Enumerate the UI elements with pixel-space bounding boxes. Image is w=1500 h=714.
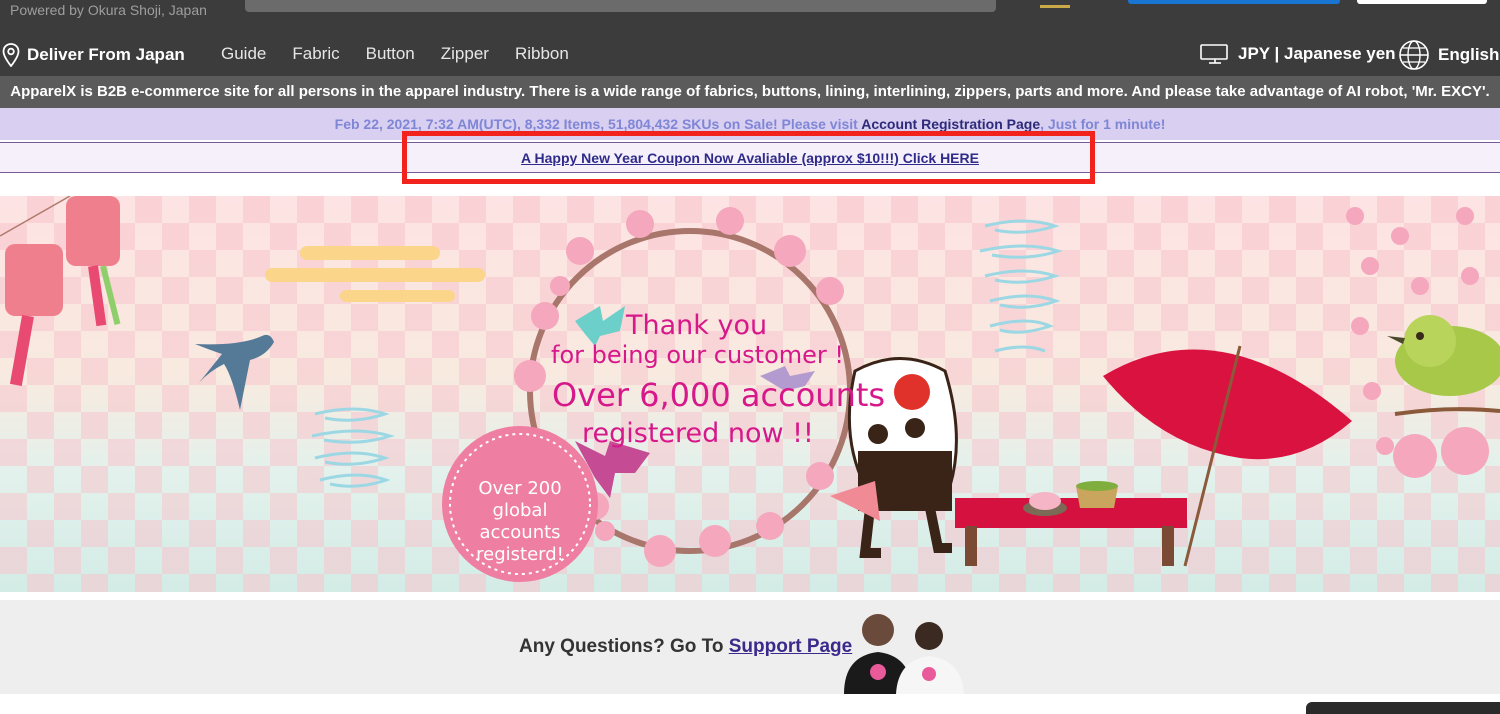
support-staff-photo xyxy=(844,614,964,694)
support-section: Any Questions? Go To Support Page xyxy=(0,600,1500,694)
swallow xyxy=(195,334,274,410)
cart-icon[interactable] xyxy=(1040,0,1070,8)
bottom-strip xyxy=(0,694,1500,714)
globe-icon xyxy=(1399,40,1429,70)
badge-line-1: Over 200 xyxy=(478,478,562,499)
stats-text-after: , Just for 1 minute! xyxy=(1040,116,1166,132)
language-label: English xyxy=(1438,45,1500,64)
deliver-label: Deliver From Japan xyxy=(27,45,185,64)
account-registration-link[interactable]: Account Registration Page xyxy=(861,116,1040,132)
nav-link-zipper[interactable]: Zipper xyxy=(441,44,489,64)
nav-links: Guide Fabric Button Zipper Ribbon xyxy=(221,44,569,64)
hero-banner[interactable]: Thank you for being our customer ! Over … xyxy=(0,196,1500,592)
register-button[interactable] xyxy=(1128,0,1340,4)
banner-accounts: Over 6,000 accounts xyxy=(552,376,886,414)
tea-table xyxy=(955,481,1187,566)
currency-label: JPY | Japanese yen xyxy=(1238,44,1396,63)
nav-link-fabric[interactable]: Fabric xyxy=(292,44,339,64)
global-badge-text: Over 200 global accounts registerd! xyxy=(452,478,588,566)
language-selector[interactable]: English xyxy=(1398,39,1499,71)
bottom-photo xyxy=(1306,702,1500,714)
yellow-clouds xyxy=(265,246,485,302)
nav-link-ribbon[interactable]: Ribbon xyxy=(515,44,569,64)
banner-registered: registered now !! xyxy=(582,418,814,449)
support-question: Any Questions? Go To Support Page xyxy=(519,636,852,658)
login-button[interactable] xyxy=(1357,0,1487,4)
monitor-icon xyxy=(1200,44,1228,64)
location-pin-icon xyxy=(2,43,20,67)
green-bird xyxy=(1387,315,1500,396)
stats-text: Feb 22, 2021, 7:32 AM(UTC), 8,332 Items,… xyxy=(334,116,862,132)
support-question-text: Any Questions? Go To xyxy=(519,636,729,657)
banner-customer: for being our customer ! xyxy=(551,341,845,369)
nav-link-guide[interactable]: Guide xyxy=(221,44,266,64)
lantern-left xyxy=(0,196,121,386)
search-bar[interactable] xyxy=(245,0,996,12)
nav-link-button[interactable]: Button xyxy=(366,44,415,64)
badge-line-2: global accounts xyxy=(479,500,561,543)
deliver-from-japan[interactable]: Deliver From Japan xyxy=(2,43,185,67)
badge-line-3: registerd! xyxy=(476,544,564,565)
currency-selector[interactable]: JPY | Japanese yen xyxy=(1200,43,1396,65)
powered-by-text: Powered by Okura Shoji, Japan xyxy=(10,2,207,18)
banner-thank-you: Thank you xyxy=(626,310,768,341)
red-highlight-box xyxy=(402,131,1095,184)
support-page-link[interactable]: Support Page xyxy=(729,636,853,657)
main-nav: Deliver From Japan Guide Fabric Button Z… xyxy=(0,34,1500,76)
red-umbrella xyxy=(1103,345,1352,567)
top-header: Powered by Okura Shoji, Japan xyxy=(0,0,1500,34)
info-bar: ApparelX is B2B e-commerce site for all … xyxy=(0,76,1500,108)
